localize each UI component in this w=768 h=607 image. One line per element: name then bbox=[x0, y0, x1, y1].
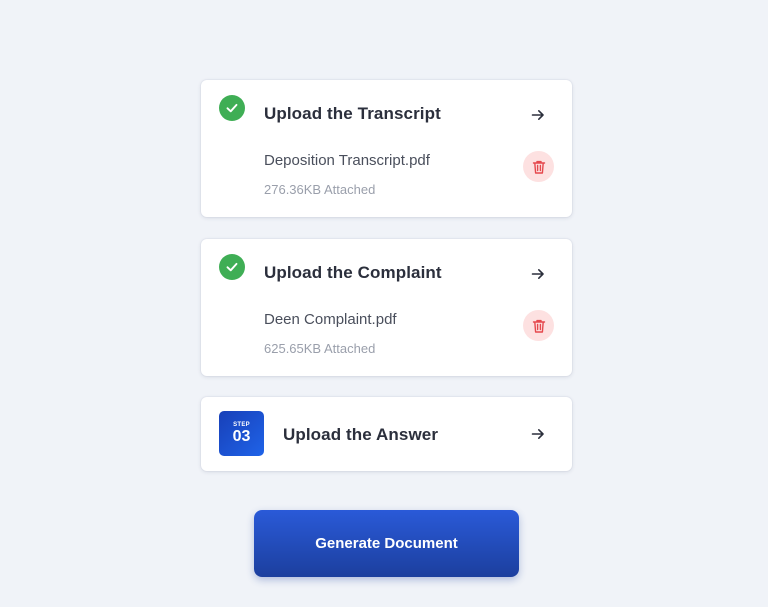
delete-file-button[interactable] bbox=[523, 151, 554, 182]
trash-icon bbox=[532, 160, 545, 174]
step-number-badge: STEP 03 bbox=[219, 411, 264, 456]
upload-wizard: Upload the Transcript Deposition Transcr… bbox=[0, 0, 768, 607]
step-badge-number: 03 bbox=[232, 428, 251, 445]
step-card-answer[interactable]: STEP 03 Upload the Answer bbox=[201, 397, 572, 471]
step-card-complaint[interactable]: Upload the Complaint Deen Complaint.pdf … bbox=[201, 239, 572, 376]
arrow-right-icon[interactable] bbox=[530, 266, 546, 282]
trash-icon bbox=[532, 319, 545, 333]
step-card-transcript[interactable]: Upload the Transcript Deposition Transcr… bbox=[201, 80, 572, 217]
generate-document-button[interactable]: Generate Document bbox=[254, 510, 519, 577]
check-icon bbox=[219, 254, 245, 280]
arrow-right-icon[interactable] bbox=[530, 426, 546, 442]
step-title: Upload the Complaint bbox=[264, 263, 442, 282]
file-size: 276.36KB Attached bbox=[264, 182, 376, 197]
step-title: Upload the Answer bbox=[283, 425, 439, 444]
step-title: Upload the Transcript bbox=[264, 104, 441, 123]
check-icon bbox=[219, 95, 245, 121]
file-size: 625.65KB Attached bbox=[264, 341, 376, 356]
delete-file-button[interactable] bbox=[523, 310, 554, 341]
file-name: Deposition Transcript.pdf bbox=[264, 152, 430, 169]
arrow-right-icon[interactable] bbox=[530, 107, 546, 123]
file-name: Deen Complaint.pdf bbox=[264, 311, 397, 328]
